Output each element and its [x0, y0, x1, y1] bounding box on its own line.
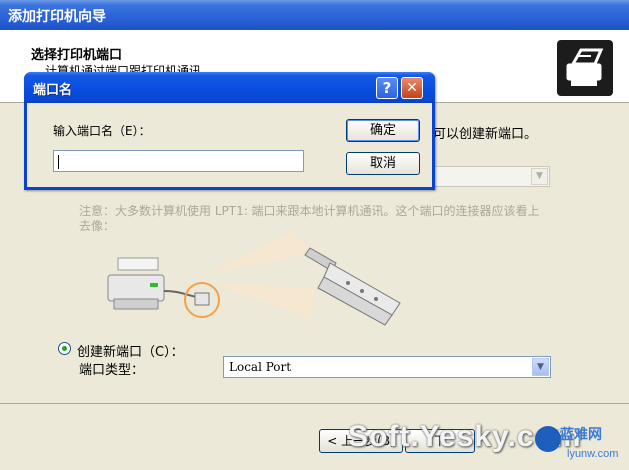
wizard-titlebar: 添加打印机向导	[0, 0, 629, 30]
wizard-heading: 选择打印机端口	[31, 48, 123, 63]
text-caret	[58, 155, 59, 169]
port-name-dialog: 端口名 ? ✕ 输入端口名（E）： 确定 取消	[24, 72, 435, 190]
site-logo-icon	[535, 426, 561, 452]
port-name-label: 输入端口名（E）：	[53, 124, 151, 138]
dialog-titlebar: 端口名	[24, 72, 435, 103]
ok-button[interactable]: 确定	[346, 119, 420, 142]
port-type-value: Local Port	[229, 360, 292, 374]
cancel-button[interactable]: 取消	[346, 152, 420, 175]
create-new-port-label: 创建新端口（C）：	[77, 345, 184, 360]
dialog-client-area: 输入端口名（E）： 确定 取消	[27, 103, 432, 187]
create-new-port-radio[interactable]	[58, 342, 71, 355]
watermark-site-title: 蓝难网	[560, 427, 602, 443]
help-button[interactable]: ?	[376, 77, 398, 99]
chevron-down-icon: ▼	[531, 168, 548, 185]
port-name-input[interactable]	[53, 150, 304, 172]
port-type-label: 端口类型：	[79, 363, 145, 378]
watermark-site-url: lyunw.com	[567, 448, 619, 460]
wizard-title: 添加打印机向导	[8, 9, 106, 25]
close-button[interactable]: ✕	[401, 77, 423, 99]
printer-wizard-icon	[557, 40, 613, 96]
chevron-down-icon: ▼	[532, 358, 549, 376]
lpt-plug-icon	[304, 247, 401, 326]
port-note: 注意：大多数计算机使用 LPT1: 端口来跟本地计算机通讯。这个端口的连接器应该…	[79, 204, 540, 233]
dialog-title: 端口名	[33, 83, 73, 98]
port-type-select[interactable]: Local Port ▼	[223, 356, 551, 378]
create-port-hint: 您可以创建新端口。	[420, 127, 538, 142]
lpt-connector-illustration	[100, 233, 420, 331]
wizard-footer: < 上一步(B) 下 Soft.Yesky.com 蓝难网 lyunw.com	[0, 403, 629, 470]
printer-icon	[107, 257, 165, 310]
